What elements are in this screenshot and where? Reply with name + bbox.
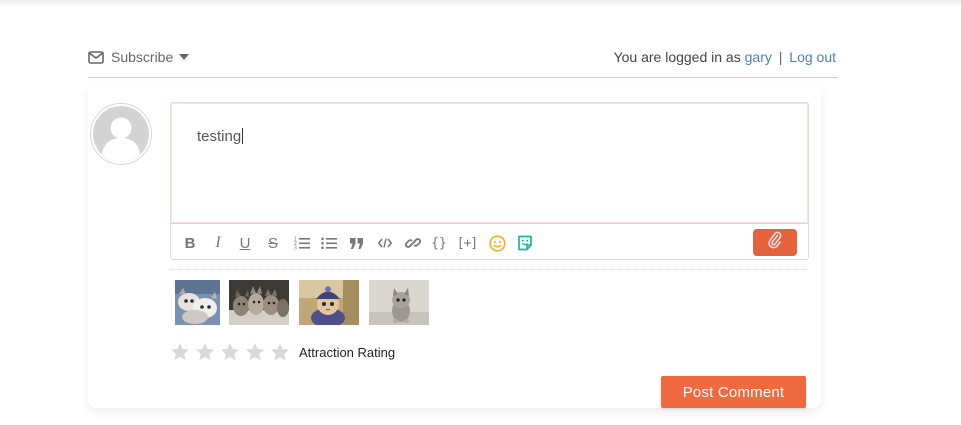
star-icon[interactable] xyxy=(170,342,190,362)
caret-down-icon xyxy=(179,54,190,60)
bold-icon[interactable]: B xyxy=(183,234,197,252)
envelope-icon xyxy=(88,50,104,64)
comment-textarea[interactable]: testing xyxy=(171,103,808,224)
login-separator: | xyxy=(778,49,783,65)
thumbnails-divider xyxy=(170,269,807,270)
paperclip-icon xyxy=(768,231,782,254)
logout-link[interactable]: Log out xyxy=(789,49,836,65)
sticker-icon[interactable] xyxy=(517,234,533,252)
ordered-list-icon[interactable]: 1 2 3 xyxy=(294,234,310,252)
comment-editor: testing B I U S 1 2 3 {} [+] xyxy=(170,102,809,260)
link-icon[interactable] xyxy=(405,234,421,252)
username-link[interactable]: gary xyxy=(745,49,772,65)
underline-icon[interactable]: U xyxy=(238,234,252,252)
text-cursor xyxy=(242,128,244,144)
top-shadow xyxy=(0,0,961,8)
subscribe-label: Subscribe xyxy=(111,49,174,65)
star-icon[interactable] xyxy=(245,342,265,362)
rating-label: Attraction Rating xyxy=(299,344,396,360)
thumbnail-kittens-2[interactable] xyxy=(229,280,289,325)
star-icon[interactable] xyxy=(195,342,215,362)
emoji-icon[interactable] xyxy=(489,234,506,252)
svg-text:3: 3 xyxy=(294,246,297,251)
avatar xyxy=(90,103,152,165)
italic-icon[interactable]: I xyxy=(211,234,225,252)
comment-text: testing xyxy=(197,128,242,145)
post-comment-button[interactable]: Post Comment xyxy=(661,376,806,408)
logged-in-text: You are logged in as xyxy=(613,49,741,65)
spoiler-icon[interactable]: [+] xyxy=(455,234,479,252)
blockquote-icon[interactable] xyxy=(350,234,364,252)
editor-toolbar: B I U S 1 2 3 {} [+] xyxy=(171,227,808,259)
star-icon[interactable] xyxy=(220,342,240,362)
code-block-icon[interactable]: {} xyxy=(431,234,447,252)
thumbnail-kitten-grey[interactable] xyxy=(369,280,429,325)
attach-file-button[interactable] xyxy=(753,229,797,256)
thumbnail-cat-hat[interactable] xyxy=(299,280,359,325)
strikethrough-icon[interactable]: S xyxy=(266,234,280,252)
unordered-list-icon[interactable] xyxy=(321,234,337,252)
star-rating: Attraction Rating xyxy=(170,342,395,362)
star-icon[interactable] xyxy=(270,342,290,362)
comment-header-bar: Subscribe You are logged in as gary | Lo… xyxy=(88,46,838,78)
login-info: You are logged in as gary | Log out xyxy=(614,49,836,65)
thumbnail-kittens-1[interactable] xyxy=(175,280,220,325)
subscribe-dropdown[interactable]: Subscribe xyxy=(88,49,190,65)
default-user-icon xyxy=(93,106,149,162)
code-icon[interactable] xyxy=(378,234,392,252)
